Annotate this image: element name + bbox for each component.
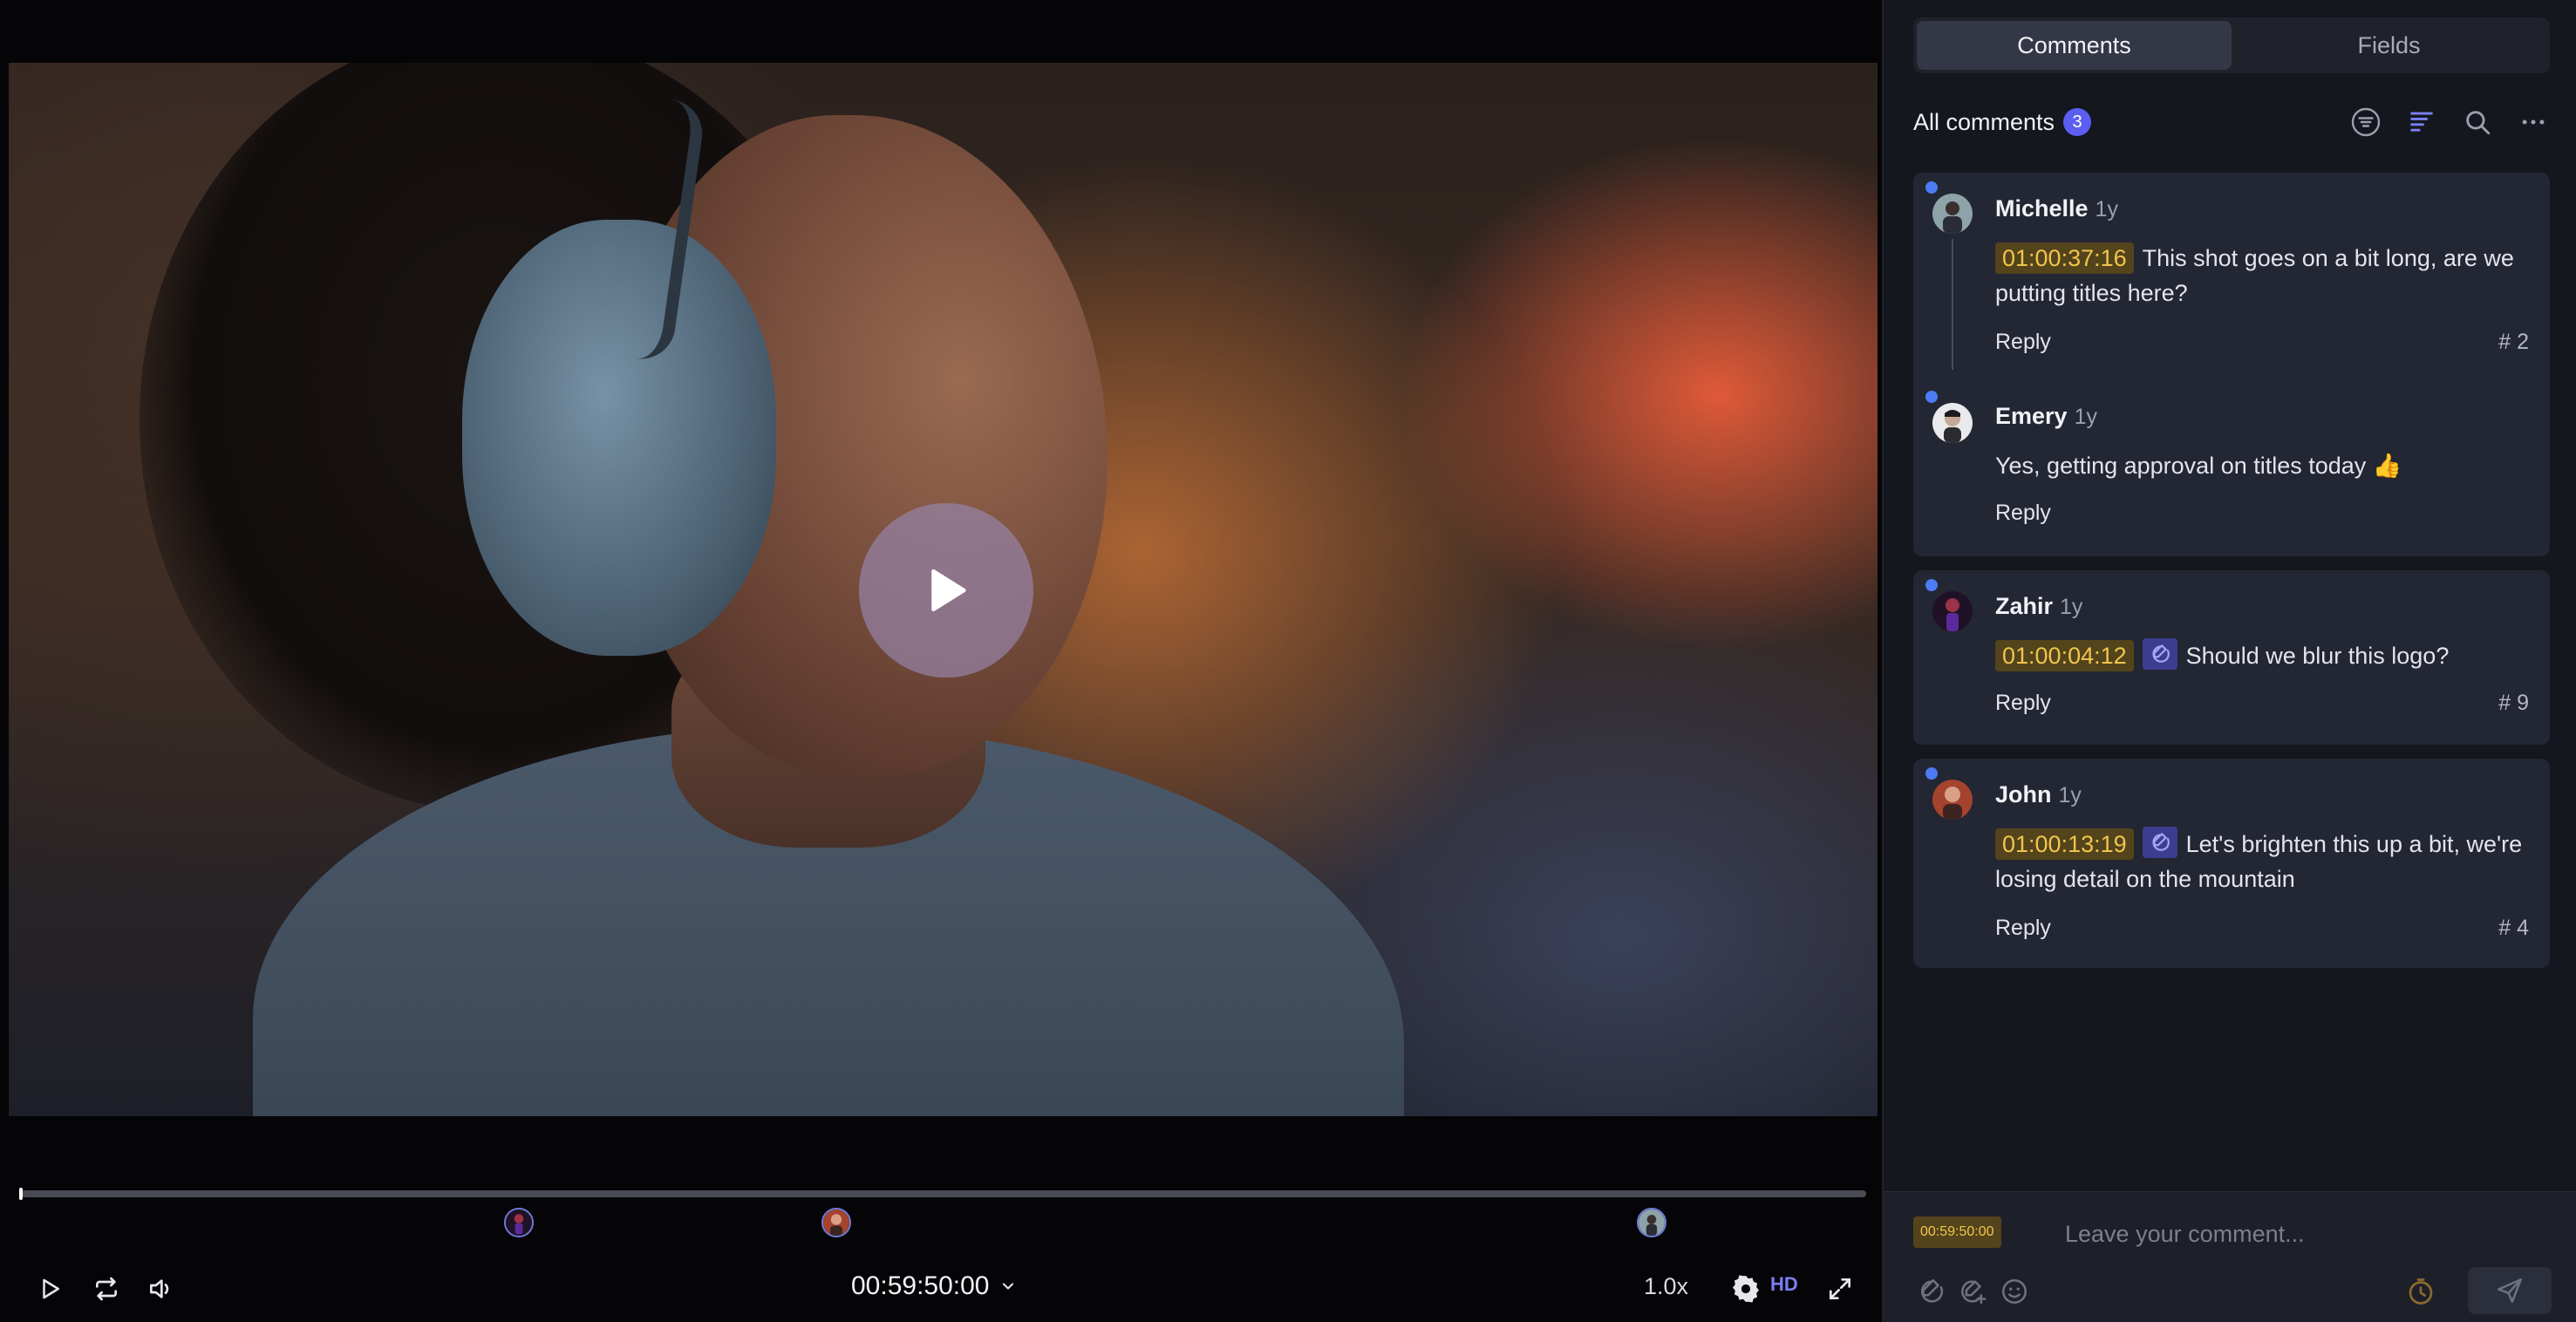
comment-author: John	[1995, 781, 2052, 808]
comment-author: Michelle	[1995, 195, 2089, 221]
emoji-button[interactable]	[1997, 1274, 2032, 1309]
avatar	[1932, 780, 1973, 820]
more-options-button[interactable]	[2517, 106, 2550, 139]
timeline-scrubber[interactable]	[19, 1188, 1866, 1200]
hd-badge: HD	[1770, 1273, 1798, 1295]
comment-number: # 4	[2498, 916, 2529, 940]
video-frame[interactable]	[9, 63, 1877, 1116]
comment-item[interactable]: Michelle 1y 01:00:37:16 This shot goes on …	[1913, 173, 2550, 382]
annotate-button[interactable]	[1955, 1274, 1990, 1309]
filter-button[interactable]	[2349, 106, 2382, 139]
comment-body: 01:00:04:12 Should we blur this logo?	[1995, 638, 2527, 673]
avatar	[1932, 591, 1973, 631]
settings-button[interactable]	[1728, 1271, 1763, 1306]
fullscreen-button[interactable]	[1823, 1271, 1857, 1306]
comment-age: 1y	[2060, 595, 2083, 619]
annotation-icon[interactable]	[2142, 638, 2177, 670]
reply-button[interactable]: Reply	[1995, 916, 2051, 941]
comment-timecode[interactable]: 01:00:37:16	[1995, 242, 2134, 274]
avatar-john-icon	[1932, 780, 1973, 820]
timeline-marker-john[interactable]	[821, 1208, 851, 1237]
timestamp-toggle[interactable]	[2403, 1274, 2438, 1309]
comment-text: Should we blur this logo?	[2185, 643, 2450, 669]
video-player: 00:59:50:00 1.0x HD	[0, 0, 1882, 1322]
comment-number: # 2	[2498, 330, 2529, 354]
play-icon	[43, 1278, 59, 1299]
avatar-john-icon	[823, 1210, 849, 1236]
unread-indicator	[1925, 391, 1938, 403]
sort-button[interactable]	[2405, 106, 2438, 139]
comments-header: All comments 3	[1913, 103, 2550, 141]
comment-age: 1y	[2095, 197, 2118, 221]
comment-body: 01:00:13:19 Let's brighten this up a bit,…	[1995, 827, 2527, 896]
fullscreen-icon	[1830, 1278, 1850, 1299]
comment-input[interactable]	[2065, 1216, 2518, 1251]
comment-item[interactable]: Emery 1y Yes, getting approval on titles …	[1913, 382, 2550, 556]
attach-icon	[1920, 1278, 1944, 1303]
comment-age: 1y	[2058, 783, 2082, 808]
more-icon	[2522, 119, 2545, 125]
volume-icon	[150, 1279, 169, 1298]
annotate-icon	[1961, 1280, 1987, 1305]
gear-icon	[1733, 1275, 1759, 1303]
avatar	[1932, 194, 1973, 234]
emoji-icon	[2001, 1278, 2027, 1305]
play-button[interactable]	[33, 1271, 68, 1306]
avatar-michelle-icon	[1932, 194, 1973, 234]
playhead[interactable]	[19, 1188, 23, 1200]
avatar-zahir-icon	[506, 1210, 532, 1236]
comments-title: All comments	[1913, 108, 2055, 135]
search-icon	[2466, 111, 2491, 135]
tab-comments[interactable]: Comments	[1917, 21, 2232, 70]
comment-item[interactable]: John 1y 01:00:13:19 Let's brighten this up…	[1913, 759, 2550, 968]
attach-button[interactable]	[1913, 1274, 1948, 1309]
avatar-emery-icon	[1932, 403, 1973, 443]
play-overlay-button[interactable]	[859, 503, 1033, 678]
tab-fields[interactable]: Fields	[2232, 21, 2546, 70]
reply-button[interactable]: Reply	[1995, 691, 2051, 716]
annotation-icon[interactable]	[2142, 827, 2177, 858]
comment-author: Zahir	[1995, 593, 2054, 619]
loop-button[interactable]	[87, 1271, 126, 1306]
volume-button[interactable]	[141, 1271, 180, 1306]
comment-composer: 00:59:50:00	[1884, 1191, 2576, 1322]
filter-icon	[2351, 107, 2381, 137]
reply-button[interactable]: Reply	[1995, 501, 2051, 526]
playback-speed[interactable]: 1.0x	[1644, 1273, 1688, 1300]
search-button[interactable]	[2461, 106, 2494, 139]
timestamp-icon	[2409, 1278, 2433, 1305]
current-timecode: 00:59:50:00	[851, 1271, 990, 1300]
chevron-down-icon	[1003, 1283, 1014, 1290]
unread-indicator	[1925, 579, 1938, 591]
loop-icon	[96, 1277, 117, 1301]
avatar-michelle-icon	[1639, 1210, 1665, 1236]
send-icon	[2497, 1278, 2523, 1304]
comments-count-badge: 3	[2063, 108, 2092, 136]
comment-number: # 9	[2498, 691, 2529, 715]
comment-thread: Zahir 1y 01:00:04:12 Should we blur this l…	[1913, 570, 2550, 745]
avatar-zahir-icon	[1932, 591, 1973, 631]
send-button[interactable]	[2468, 1267, 2552, 1314]
comment-item[interactable]: Zahir 1y 01:00:04:12 Should we blur this l…	[1913, 570, 2550, 745]
sort-icon	[2410, 112, 2433, 132]
unread-indicator	[1925, 767, 1938, 780]
comment-age: 1y	[2074, 405, 2097, 429]
comment-text: Yes, getting approval on titles today 👍	[1995, 453, 2402, 479]
timeline-marker-michelle[interactable]	[1637, 1208, 1666, 1237]
avatar	[1932, 403, 1973, 443]
comment-thread: John 1y 01:00:13:19 Let's brighten this up…	[1913, 759, 2550, 968]
sidebar-tabs: Comments Fields	[1913, 17, 2550, 73]
composer-timecode[interactable]: 00:59:50:00	[1913, 1216, 2001, 1248]
timecode-selector[interactable]: 00:59:50:00	[851, 1271, 1017, 1301]
comments-sidebar: Comments Fields All comments 3 Michelle …	[1882, 0, 2576, 1322]
reply-button[interactable]: Reply	[1995, 330, 2051, 355]
comment-author: Emery	[1995, 403, 2068, 429]
comment-body: 01:00:37:16 This shot goes on a bit long,…	[1995, 241, 2527, 310]
timeline-marker-zahir[interactable]	[504, 1208, 534, 1237]
comment-timecode[interactable]: 01:00:13:19	[1995, 828, 2134, 860]
comment-timecode[interactable]: 01:00:04:12	[1995, 640, 2134, 671]
comment-thread: Michelle 1y 01:00:37:16 This shot goes on …	[1913, 173, 2550, 556]
unread-indicator	[1925, 181, 1938, 194]
play-icon	[931, 569, 966, 612]
